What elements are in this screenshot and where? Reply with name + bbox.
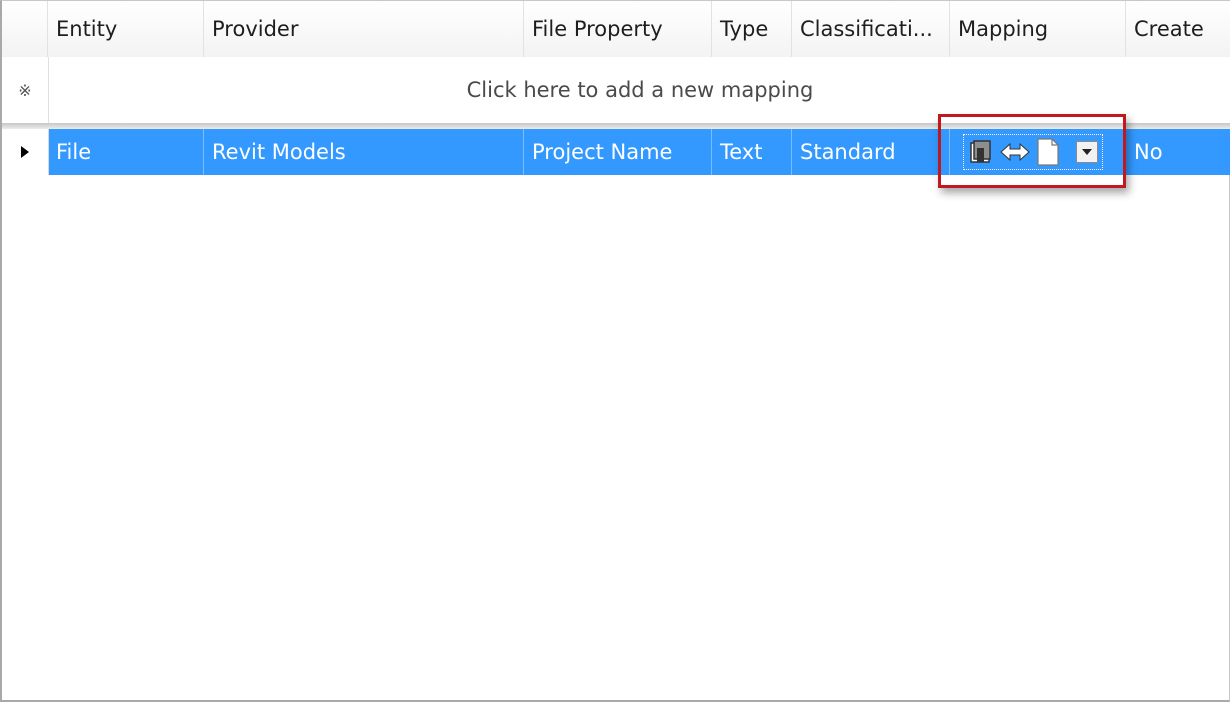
new-mapping-row[interactable]: ※ Click here to add a new mapping xyxy=(2,57,1230,124)
table-row[interactable]: File Revit Models Project Name Text Stan… xyxy=(2,129,1230,175)
content-source-icon xyxy=(970,140,991,163)
cell-file-property[interactable]: Project Name xyxy=(524,129,712,175)
bidirectional-arrow-icon xyxy=(1000,142,1030,162)
new-row-marker: ※ xyxy=(2,57,49,123)
column-header-row: Entity Provider File Property Type Class… xyxy=(2,1,1230,58)
column-header-type[interactable]: Type xyxy=(712,1,792,57)
asterisk-icon: ※ xyxy=(18,80,32,100)
document-icon xyxy=(1037,138,1059,166)
add-new-mapping-hint[interactable]: Click here to add a new mapping xyxy=(50,57,1230,123)
cell-create[interactable]: No xyxy=(1130,129,1230,175)
column-header-mapping[interactable]: Mapping xyxy=(950,1,1126,57)
mapping-direction-dropdown[interactable] xyxy=(963,134,1103,170)
cell-classification[interactable]: Standard xyxy=(792,129,950,175)
row-selector[interactable] xyxy=(2,129,49,175)
cell-type[interactable]: Text xyxy=(712,129,792,175)
column-header-entity[interactable]: Entity xyxy=(48,1,204,57)
column-header-classification[interactable]: Classificati... xyxy=(792,1,950,57)
dropdown-button[interactable] xyxy=(1076,141,1098,163)
column-header-create[interactable]: Create xyxy=(1126,1,1230,57)
column-header-provider[interactable]: Provider xyxy=(204,1,524,57)
cell-mapping[interactable] xyxy=(950,129,1130,175)
dropdown-arrow-icon xyxy=(1082,149,1092,155)
row-header-corner xyxy=(2,1,48,57)
cell-provider[interactable]: Revit Models xyxy=(204,129,524,175)
cell-entity[interactable]: File xyxy=(48,129,204,175)
mapping-grid: Entity Provider File Property Type Class… xyxy=(0,0,1230,702)
current-row-arrow-icon xyxy=(21,146,29,158)
column-header-file-property[interactable]: File Property xyxy=(524,1,712,57)
